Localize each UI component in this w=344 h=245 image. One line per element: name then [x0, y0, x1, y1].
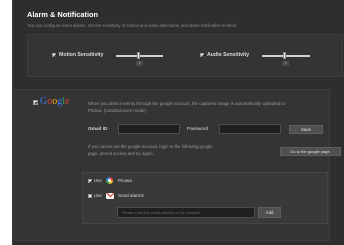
google-logo: Google	[40, 96, 69, 107]
add-recipient-button[interactable]: Add	[258, 207, 281, 218]
page-title: Alarm & Notification	[27, 10, 99, 19]
help-text-line1: If you cannot set the google account, lo…	[88, 144, 213, 149]
password-label: Password	[187, 127, 209, 132]
google-enable-checkbox[interactable]	[33, 100, 38, 105]
motion-sensitivity-label: Motion Sensitivity	[59, 52, 104, 58]
gmail-use-checkbox[interactable]	[88, 194, 92, 198]
audio-slider-thumb[interactable]	[283, 52, 286, 59]
picasa-icon	[106, 177, 113, 184]
motion-sensitivity-checkbox[interactable]	[52, 53, 56, 57]
picasa-service-name: Picasa	[118, 178, 132, 183]
picasa-use-label: Use	[94, 178, 102, 183]
goto-google-page-button[interactable]: Go to the google page.	[280, 147, 341, 156]
page-description: You can configure event alarms. Set the …	[27, 23, 238, 28]
gmail-id-label: Gmail ID	[88, 127, 108, 132]
password-input[interactable]	[219, 124, 281, 134]
google-logo-letter: e	[65, 96, 70, 107]
motion-sensitivity-value: 3	[136, 61, 143, 66]
google-description-line2: Picasa. (nondisclosure mode)	[88, 108, 146, 113]
google-description-line1: When you detect events through the googl…	[88, 101, 285, 106]
motion-slider-thumb[interactable]	[137, 52, 140, 59]
gmail-use-label: Use	[94, 193, 102, 198]
audio-sensitivity-slider[interactable]	[262, 55, 310, 57]
recipient-email-input[interactable]: Please enter the email address of the re…	[117, 207, 255, 218]
help-text-line2: page, permit access and try again.	[88, 151, 154, 156]
audio-sensitivity-label: Audio Sensitivity	[207, 52, 250, 58]
google-logo-letter: G	[40, 96, 48, 107]
audio-sensitivity-value: 3	[282, 61, 289, 66]
gmail-icon	[106, 193, 114, 199]
picasa-use-checkbox[interactable]	[88, 179, 92, 183]
gmail-id-input[interactable]	[118, 124, 180, 134]
send-alarms-label: Send alarms	[118, 193, 144, 198]
save-button[interactable]: Save	[289, 125, 323, 134]
audio-sensitivity-checkbox[interactable]	[200, 53, 204, 57]
